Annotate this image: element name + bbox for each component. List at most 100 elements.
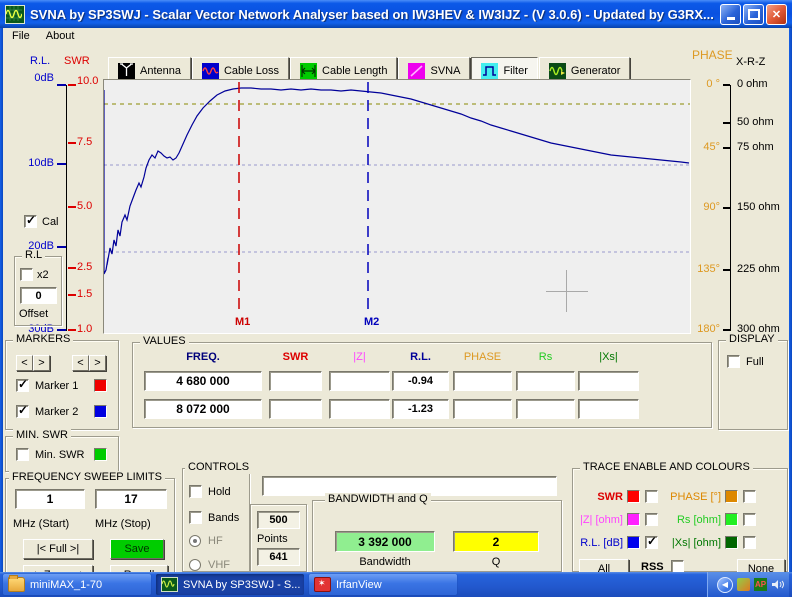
ohm-tick-label: 0 ohm (737, 78, 768, 90)
cal-label: Cal (42, 216, 59, 228)
bandwidth-panel-title: BANDWIDTH and Q (325, 493, 431, 506)
sweep-plot[interactable]: M1 M2 (103, 79, 691, 334)
marker2-next-button[interactable]: > (89, 355, 106, 371)
phase-tick-label: 90° (688, 201, 720, 213)
vhf-radio[interactable] (189, 559, 201, 571)
rl-offset-input[interactable]: 0 (20, 287, 57, 304)
swr-tick-label: 2.5 (77, 261, 92, 273)
taskbar-item-label: IrfanView (336, 579, 382, 591)
marker2-checkbox[interactable] (16, 405, 29, 418)
trace-swr-checkbox[interactable] (645, 490, 658, 503)
trace-z-swatch[interactable] (627, 513, 640, 526)
rl-axis-title: R.L. (30, 55, 50, 67)
points-bottom-display: 641 (257, 548, 300, 566)
trace-swr-swatch[interactable] (627, 490, 640, 503)
window-border-left (0, 28, 3, 572)
minimize-button[interactable] (720, 4, 741, 25)
trace-xs-swatch[interactable] (725, 536, 738, 549)
swr-tick-label: 10.0 (77, 75, 98, 87)
trace-swr-label: SWR (573, 491, 623, 503)
swr-tick (68, 267, 76, 269)
db-tick (57, 163, 66, 165)
freq-value-m1[interactable]: 4 680 000 (144, 371, 262, 391)
system-tray: ◀ AP (707, 572, 789, 597)
svna-app-icon (161, 577, 178, 592)
ohm-tick (723, 122, 730, 124)
controls-panel-title: CONTROLS (185, 461, 252, 474)
left-axis-line (66, 85, 67, 331)
trace-xs-checkbox[interactable] (743, 536, 756, 549)
taskbar-item-irfanview[interactable]: IrfanView (309, 574, 457, 595)
trace-rs-checkbox[interactable] (743, 513, 756, 526)
save-button[interactable]: Save (110, 539, 164, 559)
tray-icon[interactable]: AP (754, 578, 767, 591)
min-swr-checkbox[interactable] (16, 448, 29, 461)
trace-rl-checkbox[interactable] (645, 536, 658, 549)
stop-freq-label: MHz (Stop) (95, 518, 151, 530)
bands-checkbox[interactable] (189, 511, 202, 524)
marker1-checkbox[interactable] (16, 379, 29, 392)
rl-trace (104, 88, 689, 274)
close-button[interactable]: ✕ (766, 4, 787, 25)
start-freq-input[interactable]: 1 (15, 489, 85, 509)
svna-icon (408, 63, 425, 79)
display-full-checkbox[interactable] (727, 355, 740, 368)
volume-icon[interactable] (771, 578, 784, 591)
z-value-m2 (329, 399, 390, 419)
tray-icon[interactable] (737, 578, 750, 591)
marker1-color-swatch[interactable] (94, 379, 107, 392)
phase-tick-label: 180° (688, 323, 720, 335)
crosshair-cursor (566, 270, 567, 312)
trace-phase-checkbox[interactable] (743, 490, 756, 503)
folder-icon (8, 577, 25, 592)
rl-offset-group-title: R.L (22, 249, 45, 262)
taskbar-item-minimax[interactable]: miniMAX_1-70 (3, 574, 151, 595)
hf-radio[interactable] (189, 535, 201, 547)
points-panel: 500 Points 641 (250, 504, 307, 572)
trace-rs-swatch[interactable] (725, 513, 738, 526)
points-label: Points (257, 533, 288, 545)
values-header-rs: Rs (516, 351, 575, 363)
taskbar-item-svna[interactable]: SVNA by SP3SWJ - S... (156, 574, 304, 595)
controls-panel: CONTROLS Hold Bands HF VHF (182, 468, 250, 572)
marker1-next-button[interactable]: > (33, 355, 50, 371)
points-top-display: 500 (257, 511, 300, 529)
bandwidth-label: Bandwidth (335, 556, 435, 568)
cal-checkbox[interactable] (24, 215, 37, 228)
ohm-tick-label: 75 ohm (737, 141, 774, 153)
trace-z-checkbox[interactable] (645, 513, 658, 526)
xrz-axis-title: X-R-Z (736, 56, 765, 68)
freq-value-m2[interactable]: 8 072 000 (144, 399, 262, 419)
marker2-color-swatch[interactable] (94, 405, 107, 418)
trace-phase-label: PHASE [°] (665, 491, 721, 503)
bandwidth-panel: BANDWIDTH and Q 3 392 000 Bandwidth 2 Q (312, 500, 562, 572)
marker2-prev-button[interactable]: < (72, 355, 89, 371)
right-axis-line (730, 85, 731, 331)
min-swr-color-swatch[interactable] (94, 448, 107, 461)
swr-axis-title: SWR (64, 55, 90, 67)
z-value-m1 (329, 371, 390, 391)
values-header-swr: SWR (269, 351, 322, 363)
menu-file[interactable]: File (12, 30, 30, 44)
trace-phase-swatch[interactable] (725, 490, 738, 503)
maximize-button[interactable] (743, 4, 764, 25)
window-title: SVNA by SP3SWJ - Scalar Vector Network A… (30, 7, 718, 22)
markers-panel-title: MARKERS (13, 333, 73, 346)
hold-checkbox[interactable] (189, 485, 202, 498)
taskbar-item-label: miniMAX_1-70 (30, 579, 102, 591)
trace-rl-swatch[interactable] (627, 536, 640, 549)
tray-chevron-icon[interactable]: ◀ (717, 577, 733, 593)
cable-length-icon (300, 63, 317, 79)
values-panel-title: VALUES (140, 335, 189, 348)
rl-offset-label: Offset (19, 308, 48, 320)
ohm-tick-label: 225 ohm (737, 263, 780, 275)
full-span-button[interactable]: |< Full >| (23, 539, 93, 559)
values-header-z: |Z| (329, 351, 390, 363)
swr-tick-label: 1.5 (77, 288, 92, 300)
rl-x2-label: x2 (37, 269, 49, 281)
marker1-prev-button[interactable]: < (16, 355, 33, 371)
rl-x2-checkbox[interactable] (20, 268, 33, 281)
menu-about[interactable]: About (46, 30, 75, 44)
stop-freq-input[interactable]: 17 (95, 489, 167, 509)
hf-label: HF (208, 535, 223, 547)
